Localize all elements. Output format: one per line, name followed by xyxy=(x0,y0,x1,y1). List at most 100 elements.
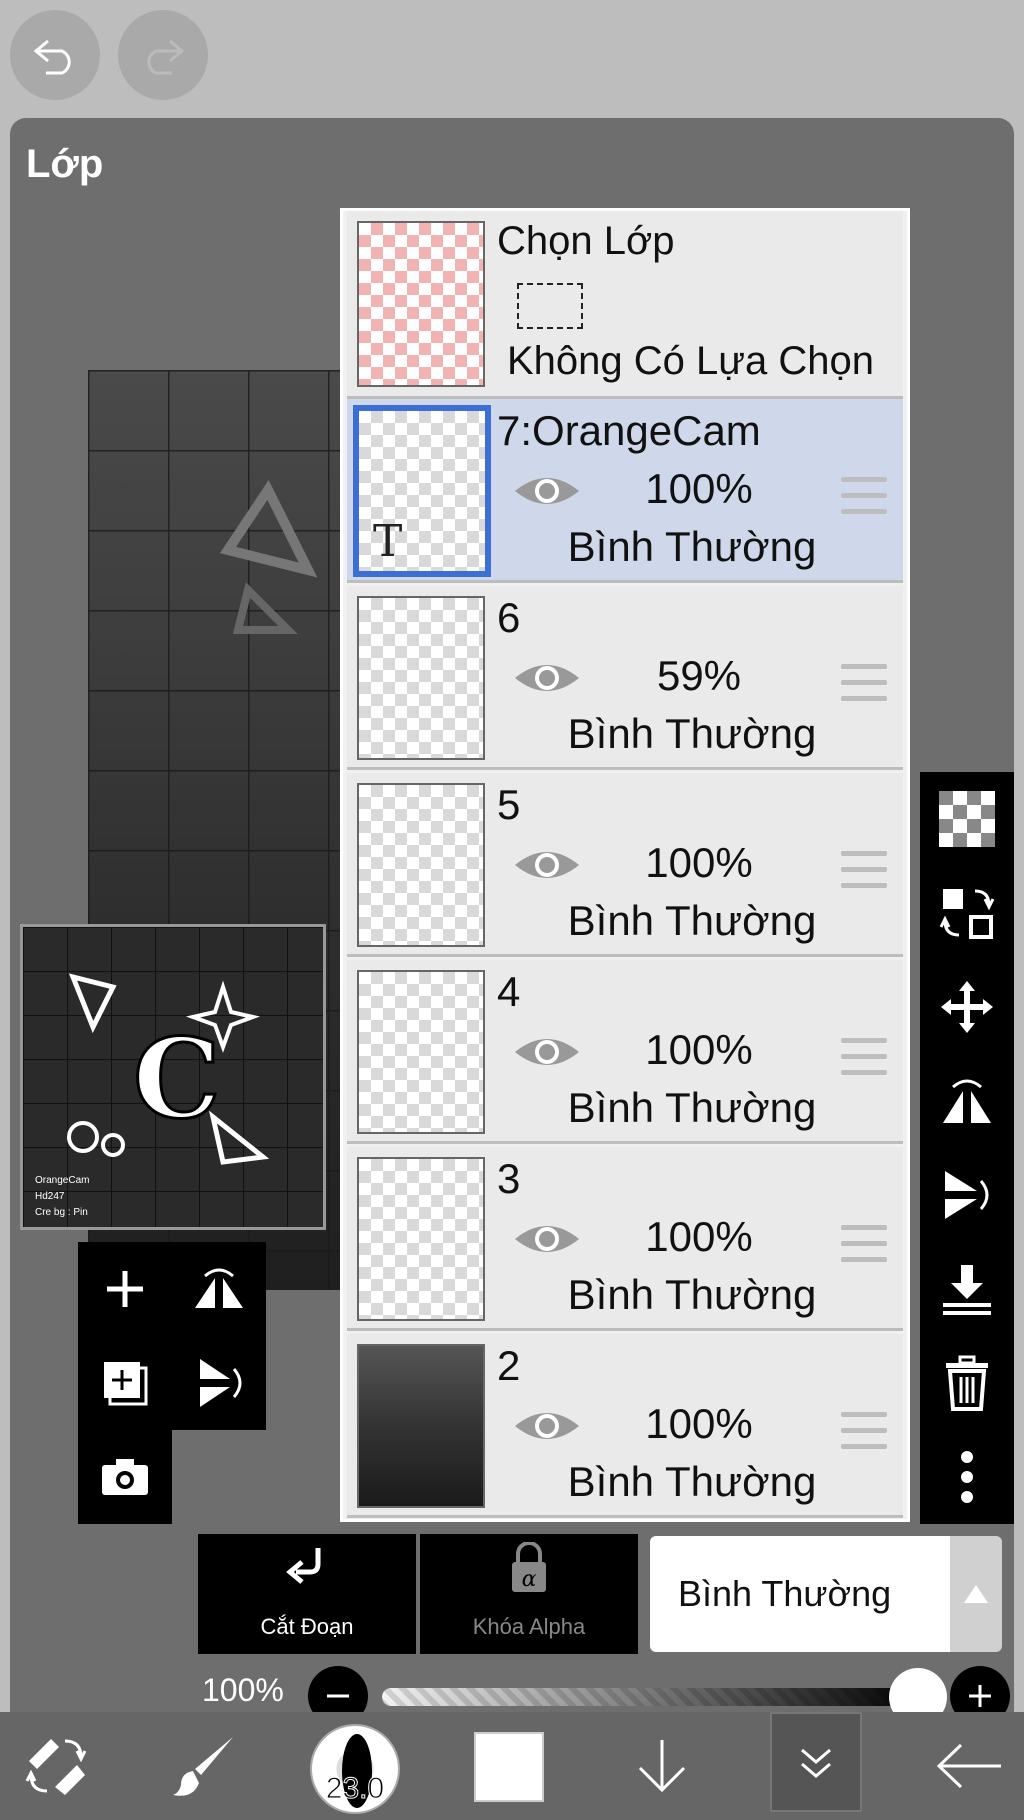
alpha-lock-label: Khóa Alpha xyxy=(472,1614,586,1639)
layer-name: 4 xyxy=(497,968,521,1015)
layer-blend-mode: Bình Thường xyxy=(567,1271,817,1318)
thumb-text-1: OrangeCam xyxy=(35,1175,90,1186)
layer-name: 3 xyxy=(497,1155,521,1202)
layer-row[interactable]: 6 59% Bình Thường xyxy=(347,586,903,770)
drag-handle-icon[interactable] xyxy=(841,851,887,889)
move-button[interactable] xyxy=(920,960,1014,1054)
merge-down-button[interactable] xyxy=(920,1242,1014,1336)
layer-thumbnail xyxy=(357,596,485,760)
layer-row[interactable]: 4 100% Bình Thường xyxy=(347,960,903,1144)
drag-handle-icon[interactable] xyxy=(841,1225,887,1263)
selection-layer-title: Chọn Lớp xyxy=(497,219,675,263)
thumb-text-2: Hd247 xyxy=(35,1191,65,1202)
layer-list[interactable]: Chọn Lớp Không Có Lựa Chọn T 7:OrangeCam… xyxy=(340,208,910,1522)
redo-icon xyxy=(147,39,185,75)
flip-horizontal-button[interactable] xyxy=(172,1242,266,1336)
canvas-thumbnail[interactable]: C OrangeCam Hd247 Cre bg : Pin xyxy=(20,924,326,1230)
minus-icon xyxy=(327,1694,349,1698)
panel-title: Lớp xyxy=(26,142,104,186)
add-layer-stack-icon xyxy=(104,1362,148,1406)
blend-mode-select[interactable]: Bình Thường xyxy=(650,1536,950,1652)
drag-handle-icon[interactable] xyxy=(841,664,887,702)
flip-horizontal-icon xyxy=(195,1268,243,1308)
arrow-down-icon xyxy=(638,1740,686,1793)
camera-button[interactable] xyxy=(78,1430,172,1524)
eye-icon[interactable] xyxy=(513,1032,581,1072)
checkerboard-icon xyxy=(939,791,995,847)
layer-row[interactable]: T 7:OrangeCam 100% Bình Thường xyxy=(347,399,903,583)
lock-alpha-icon: α xyxy=(512,1542,546,1592)
text-layer-icon: T xyxy=(373,516,403,567)
layers-toggle-button[interactable] xyxy=(770,1712,862,1812)
layer-row[interactable]: 3 100% Bình Thường xyxy=(347,1147,903,1331)
plus-icon xyxy=(107,1271,143,1307)
layer-opacity: 59% xyxy=(656,652,742,699)
swap-layer-button[interactable] xyxy=(920,866,1014,960)
layer-opacity: 100% xyxy=(645,465,753,512)
alpha-lock-button[interactable]: α Khóa Alpha xyxy=(420,1534,638,1654)
layer-thumbnail xyxy=(357,783,485,947)
svg-text:α: α xyxy=(522,1567,537,1592)
layer-opacity: 100% xyxy=(645,1400,753,1447)
move-icon xyxy=(941,981,993,1033)
layer-panel: Lớp C OrangeCam Hd247 Cre bg : Pin Chọn … xyxy=(10,118,1014,1726)
layer-thumbnail: T xyxy=(353,405,491,577)
undo-icon xyxy=(33,39,71,75)
clip-arrow-icon xyxy=(286,1548,321,1584)
swap-icon xyxy=(939,889,995,939)
trash-icon xyxy=(946,1355,988,1411)
brush-tool-button[interactable] xyxy=(156,1712,256,1820)
clipping-button[interactable]: Cắt Đoạn xyxy=(198,1534,416,1654)
selection-status: Không Có Lựa Chọn xyxy=(507,339,875,383)
add-special-layer-button[interactable] xyxy=(78,1336,172,1430)
flip-horizontal-icon xyxy=(943,1079,991,1123)
triangle-up-icon xyxy=(964,1585,988,1603)
selection-thumbnail xyxy=(357,221,485,387)
layer-thumbnail xyxy=(357,1344,485,1508)
opacity-slider[interactable] xyxy=(382,1688,918,1706)
flip-vertical-button[interactable] xyxy=(172,1336,266,1430)
layer-blend-mode: Bình Thường xyxy=(567,1458,817,1505)
layer-blend-mode: Bình Thường xyxy=(567,523,817,570)
redo-button[interactable] xyxy=(118,10,208,100)
eye-icon[interactable] xyxy=(513,1219,581,1259)
color-swatch-button[interactable] xyxy=(474,1732,544,1802)
drag-handle-icon[interactable] xyxy=(841,477,887,515)
tool-switch-button[interactable] xyxy=(6,1712,106,1820)
layer-opacity: 100% xyxy=(645,1026,753,1073)
add-layer-button[interactable] xyxy=(78,1242,172,1336)
more-options-button[interactable] xyxy=(920,1430,1014,1524)
thumbnail-artwork: C xyxy=(67,973,270,1165)
layer-thumbnail xyxy=(357,1157,485,1321)
canvas-doodle xyxy=(219,480,318,634)
delete-layer-button[interactable] xyxy=(920,1336,1014,1430)
layer-name: 7:OrangeCam xyxy=(497,407,761,454)
eye-icon[interactable] xyxy=(513,658,581,698)
svg-text:C: C xyxy=(133,1014,221,1143)
layer-blend-mode: Bình Thường xyxy=(567,897,817,944)
transparency-button[interactable] xyxy=(920,772,1014,866)
layer-row[interactable]: 5 100% Bình Thường xyxy=(347,773,903,957)
flip-vertical-tool[interactable] xyxy=(920,1148,1014,1242)
brush-eraser-switch-icon xyxy=(25,1739,87,1795)
layer-blend-mode: Bình Thường xyxy=(567,1084,817,1131)
eye-icon[interactable] xyxy=(513,471,581,511)
drag-handle-icon[interactable] xyxy=(841,1412,887,1450)
layer-row[interactable]: 2 100% Bình Thường xyxy=(347,1334,903,1518)
back-button[interactable] xyxy=(920,1712,1020,1820)
selection-layer-row[interactable]: Chọn Lớp Không Có Lựa Chọn xyxy=(347,211,903,399)
blend-mode-dropdown-button[interactable] xyxy=(950,1536,1002,1652)
layer-actions-toolbar xyxy=(920,772,1014,1524)
layer-name: 6 xyxy=(497,594,521,641)
flip-horizontal-tool[interactable] xyxy=(920,1054,1014,1148)
undo-button[interactable] xyxy=(10,10,100,100)
brush-size-button[interactable]: 23.0 xyxy=(310,1724,400,1814)
eye-icon[interactable] xyxy=(513,1406,581,1446)
move-down-button[interactable] xyxy=(612,1712,712,1820)
drag-handle-icon[interactable] xyxy=(841,1038,887,1076)
layer-thumbnail xyxy=(357,970,485,1134)
brush-size-value: 23.0 xyxy=(325,1772,385,1806)
eye-icon[interactable] xyxy=(513,845,581,885)
layer-blend-mode: Bình Thường xyxy=(567,710,817,757)
flip-vertical-icon xyxy=(945,1171,989,1219)
